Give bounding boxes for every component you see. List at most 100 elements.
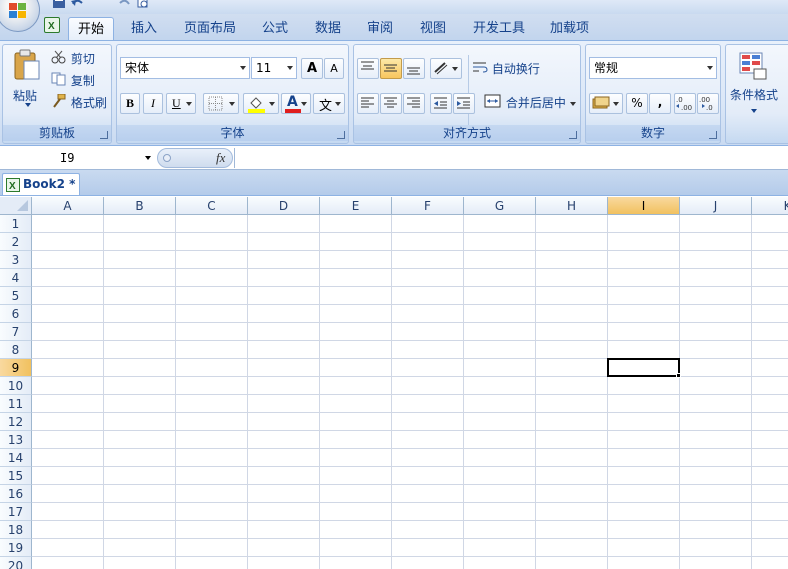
tab-home[interactable]: 开始 (68, 17, 114, 40)
column-header-j[interactable]: J (680, 197, 752, 215)
align-right-button[interactable] (403, 93, 425, 114)
chevron-down-icon[interactable] (569, 101, 576, 106)
formula-input[interactable] (234, 148, 788, 168)
chevron-down-icon[interactable] (335, 102, 341, 106)
phonetic-button[interactable]: 文 (313, 93, 345, 114)
save-icon[interactable] (52, 0, 66, 9)
row-header-6[interactable]: 6 (0, 305, 32, 323)
grow-font-button[interactable]: A (301, 58, 323, 79)
row-header-8[interactable]: 8 (0, 341, 32, 359)
chevron-down-icon[interactable] (145, 156, 151, 160)
column-header-h[interactable]: H (536, 197, 608, 215)
decrease-indent-button[interactable] (430, 93, 452, 114)
increase-decimal-button[interactable]: .0.00 (674, 93, 696, 114)
tab-insert[interactable]: 插入 (131, 17, 157, 40)
align-top-button[interactable] (357, 58, 379, 79)
decrease-decimal-button[interactable]: .00.0 (697, 93, 719, 114)
fill-handle[interactable] (676, 373, 681, 378)
name-box[interactable]: I9 (0, 148, 156, 168)
spreadsheet-grid[interactable]: ABCDEFGHIJK 1 2 3 4 5 6 7 8 9 10 11 12 13 14 15 16 17 18 1… (0, 197, 788, 569)
shrink-font-button[interactable]: A (324, 58, 344, 79)
wrap-text-button[interactable]: 自动换行 (472, 59, 540, 79)
workbook-tab[interactable]: X Book2 * (2, 173, 80, 195)
alignment-launcher-icon[interactable] (569, 131, 577, 139)
row-header-13[interactable]: 13 (0, 431, 32, 449)
column-header-a[interactable]: A (32, 197, 104, 215)
row-header-10[interactable]: 10 (0, 377, 32, 395)
row-header-11[interactable]: 11 (0, 395, 32, 413)
active-cell[interactable] (607, 358, 680, 377)
row-header-18[interactable]: 18 (0, 521, 32, 539)
column-header-c[interactable]: C (176, 197, 248, 215)
accounting-format-button[interactable] (589, 93, 623, 114)
percent-button[interactable]: % (626, 93, 648, 114)
select-all-corner[interactable] (0, 197, 32, 215)
row-header-9[interactable]: 9 (0, 359, 32, 377)
row-header-1[interactable]: 1 (0, 215, 32, 233)
row-header-17[interactable]: 17 (0, 503, 32, 521)
borders-button[interactable] (203, 93, 239, 114)
align-center-button[interactable] (380, 93, 402, 114)
italic-button[interactable]: I (143, 93, 163, 114)
column-header-d[interactable]: D (248, 197, 320, 215)
column-header-k[interactable]: K (752, 197, 788, 215)
tab-data[interactable]: 数据 (315, 17, 341, 40)
align-left-button[interactable] (357, 93, 379, 114)
font-size-combo[interactable]: 11 (251, 57, 297, 79)
column-header-i[interactable]: I (608, 197, 680, 215)
insert-function-button[interactable]: fx (216, 150, 225, 166)
tab-page-layout[interactable]: 页面布局 (184, 17, 236, 40)
conditional-format-label[interactable]: 条件格式 (730, 85, 778, 105)
redo-icon[interactable] (118, 0, 132, 9)
row-header-4[interactable]: 4 (0, 269, 32, 287)
comma-button[interactable]: , (649, 93, 671, 114)
row-header-2[interactable]: 2 (0, 233, 32, 251)
bold-button[interactable]: B (120, 93, 140, 114)
underline-button[interactable]: U (166, 93, 196, 114)
tab-developer[interactable]: 开发工具 (473, 17, 525, 40)
row-header-14[interactable]: 14 (0, 449, 32, 467)
chevron-down-icon[interactable] (613, 102, 619, 106)
orientation-button[interactable] (430, 58, 462, 79)
print-preview-icon[interactable] (136, 0, 150, 9)
row-header-7[interactable]: 7 (0, 323, 32, 341)
chevron-down-icon[interactable] (301, 102, 307, 106)
conditional-format-icon[interactable] (738, 51, 768, 81)
row-header-5[interactable]: 5 (0, 287, 32, 305)
chevron-down-icon[interactable] (707, 66, 713, 70)
tab-formulas[interactable]: 公式 (262, 17, 288, 40)
chevron-down-icon[interactable] (269, 102, 275, 106)
number-format-combo[interactable]: 常规 (589, 57, 717, 79)
row-header-20[interactable]: 20 (0, 557, 32, 569)
column-header-g[interactable]: G (464, 197, 536, 215)
row-header-3[interactable]: 3 (0, 251, 32, 269)
font-name-combo[interactable]: 宋体 (120, 57, 250, 79)
font-color-button[interactable]: A (281, 93, 311, 114)
chevron-down-icon[interactable] (751, 109, 757, 113)
paste-button[interactable]: 粘贴 (11, 49, 41, 107)
chevron-down-icon[interactable] (240, 66, 246, 70)
clipboard-launcher-icon[interactable] (100, 131, 108, 139)
chevron-down-icon[interactable] (229, 102, 235, 106)
chevron-down-icon[interactable] (287, 66, 293, 70)
align-middle-button[interactable] (380, 58, 402, 79)
row-header-16[interactable]: 16 (0, 485, 32, 503)
align-bottom-button[interactable] (403, 58, 425, 79)
chevron-down-icon[interactable] (186, 102, 192, 106)
format-painter-button[interactable]: 格式刷 (51, 93, 107, 113)
row-header-19[interactable]: 19 (0, 539, 32, 557)
fill-color-button[interactable] (243, 93, 279, 114)
copy-button[interactable]: 复制 (51, 71, 95, 91)
paste-dropdown-icon[interactable] (25, 103, 31, 107)
number-launcher-icon[interactable] (709, 131, 717, 139)
column-header-f[interactable]: F (392, 197, 464, 215)
tab-view[interactable]: 视图 (420, 17, 446, 40)
row-header-12[interactable]: 12 (0, 413, 32, 431)
undo-icon[interactable] (70, 0, 84, 9)
tab-review[interactable]: 审阅 (367, 17, 393, 40)
column-header-b[interactable]: B (104, 197, 176, 215)
increase-indent-button[interactable] (453, 93, 475, 114)
chevron-down-icon[interactable] (452, 67, 458, 71)
font-launcher-icon[interactable] (337, 131, 345, 139)
resize-handle-icon[interactable] (163, 154, 171, 162)
